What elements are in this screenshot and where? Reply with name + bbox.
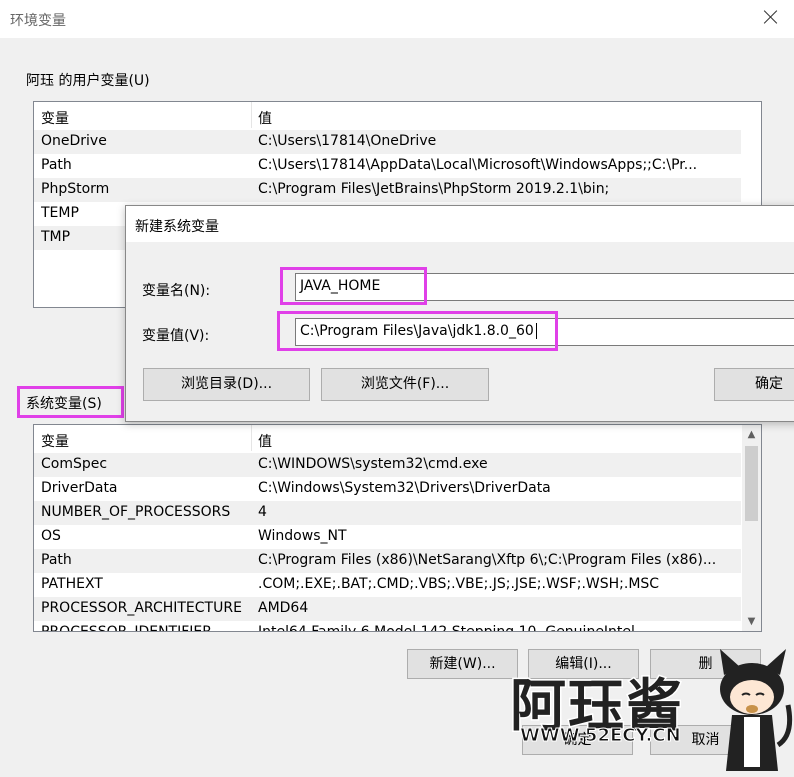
table-row[interactable]: PhpStorm C:\Program Files\JetBrains\PhpSt… (34, 178, 741, 202)
column-header-value[interactable]: 值 (258, 108, 272, 128)
variable-name-cell: Path (41, 157, 72, 173)
scroll-up-icon[interactable]: ▲ (742, 425, 761, 444)
text-caret (535, 323, 537, 339)
table-row[interactable]: DriverData C:\Windows\System32\Drivers\Dr… (34, 477, 741, 501)
user-vars-header: 变量 值 (34, 102, 761, 128)
variable-name-input[interactable]: JAVA_HOME (295, 273, 794, 301)
variable-value-cell: 4 (258, 504, 267, 520)
table-row[interactable]: Path C:\Users\17814\AppData\Local\Microso… (34, 154, 741, 178)
table-row[interactable]: PROCESSOR_ARCHITECTURE AMD64 (34, 597, 741, 621)
variable-name-cell: OS (41, 528, 61, 544)
variable-name-cell: DriverData (41, 480, 118, 496)
variable-name-cell: PROCESSOR_ARCHITECTURE (41, 600, 242, 616)
variable-value-cell: C:\Windows\System32\Drivers\DriverData (258, 480, 551, 496)
window-titlebar: 环境变量 (0, 0, 794, 38)
table-row[interactable]: NUMBER_OF_PROCESSORS 4 (34, 501, 741, 525)
close-icon[interactable] (762, 8, 780, 26)
column-separator[interactable] (251, 425, 252, 451)
system-vars-scrollbar[interactable]: ▲ ▼ (742, 425, 761, 631)
variable-name-cell: NUMBER_OF_PROCESSORS (41, 504, 231, 520)
variable-name-cell: PROCESSOR_IDENTIFIER (41, 624, 212, 632)
table-row[interactable]: PATHEXT .COM;.EXE;.BAT;.CMD;.VBS;.VBE;.JS… (34, 573, 741, 597)
system-vars-list[interactable]: 变量 值 ▲ ▼ ComSpec C:\WINDOWS\system32\cmd.… (33, 424, 762, 632)
variable-value-cell: .COM;.EXE;.BAT;.CMD;.VBS;.VBE;.JS;.JSE;.… (258, 576, 660, 592)
variable-value-input[interactable]: C:\Program Files\Java\jdk1.8.0_60 (295, 318, 794, 346)
variable-value-cell: C:\Program Files (x86)\NetSarang\Xftp 6\… (258, 552, 717, 568)
table-row[interactable]: PROCESSOR_IDENTIFIER Intel64 Family 6 Mod… (34, 621, 741, 632)
variable-name-cell: Path (41, 552, 72, 568)
browse-directory-button[interactable]: 浏览目录(D)... (143, 368, 310, 401)
variable-value-cell: Windows_NT (258, 528, 347, 544)
cat-mascot-icon (720, 649, 793, 771)
watermark-url: WWW.52ECY.CN (520, 725, 682, 747)
table-row[interactable]: ComSpec C:\WINDOWS\system32\cmd.exe (34, 453, 741, 477)
column-header-name[interactable]: 变量 (41, 431, 69, 451)
variable-name-cell: PhpStorm (41, 181, 110, 197)
variable-value-cell: AMD64 (258, 600, 309, 616)
column-header-name[interactable]: 变量 (41, 108, 69, 128)
variable-name-cell: ComSpec (41, 456, 108, 472)
dialog-ok-button[interactable]: 确定 (714, 368, 794, 401)
variable-value-value: C:\Program Files\Java\jdk1.8.0_60 (300, 323, 534, 339)
variable-value-label: 变量值(V): (142, 328, 210, 344)
variable-value-cell: C:\Users\17814\OneDrive (258, 133, 437, 149)
variable-value-cell: C:\WINDOWS\system32\cmd.exe (258, 456, 488, 472)
browse-file-button[interactable]: 浏览文件(F)... (321, 368, 489, 401)
column-header-value[interactable]: 值 (258, 431, 272, 451)
table-row[interactable]: OS Windows_NT (34, 525, 741, 549)
window-title: 环境变量 (10, 13, 66, 29)
new-system-variable-dialog: 新建系统变量 变量名(N): JAVA_HOME 变量值(V): C:\Prog… (125, 205, 794, 422)
dialog-titlebar: 新建系统变量 (126, 206, 794, 242)
variable-value-cell: Intel64 Family 6 Model 142 Stepping 10, … (258, 624, 635, 632)
variable-value-cell: C:\Program Files\JetBrains\PhpStorm 2019… (258, 181, 610, 197)
variable-name-label: 变量名(N): (142, 283, 211, 299)
user-vars-label: 阿珏 的用户变量(U) (26, 73, 150, 89)
table-row[interactable]: OneDrive C:\Users\17814\OneDrive (34, 130, 741, 154)
table-row[interactable]: Path C:\Program Files (x86)\NetSarang\Xft… (34, 549, 741, 573)
scroll-thumb[interactable] (745, 446, 758, 521)
scroll-down-icon[interactable]: ▼ (742, 612, 761, 631)
variable-name-cell: OneDrive (41, 133, 107, 149)
system-vars-label: 系统变量(S) (26, 396, 102, 412)
watermark: 阿珏酱 WWW.52ECY.CN (500, 649, 794, 777)
system-vars-header: 变量 值 (34, 425, 761, 451)
dialog-title: 新建系统变量 (135, 219, 219, 235)
variable-name-cell: PATHEXT (41, 576, 103, 592)
variable-name-value: JAVA_HOME (300, 278, 381, 294)
variable-value-cell: C:\Users\17814\AppData\Local\Microsoft\W… (258, 157, 698, 173)
column-separator[interactable] (251, 102, 252, 128)
